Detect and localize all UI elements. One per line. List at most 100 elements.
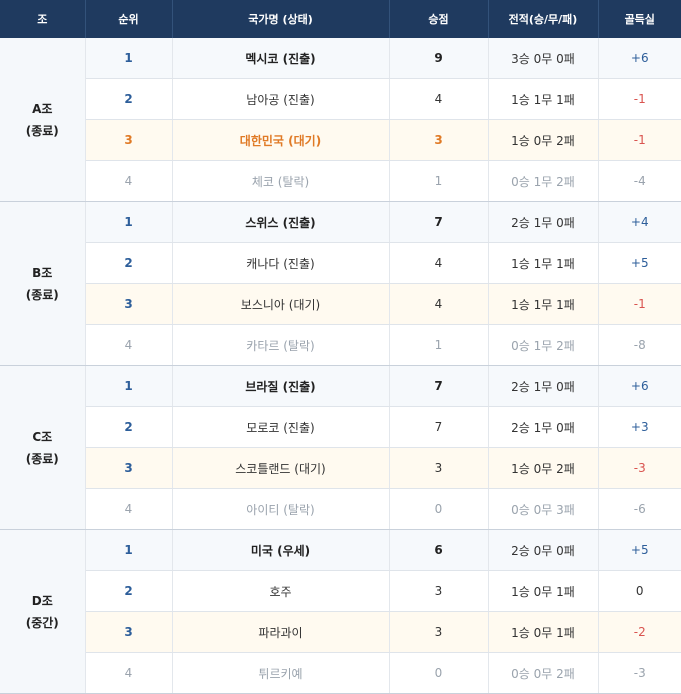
rank-cell: 3 [85, 119, 173, 161]
record-cell: 1승 0무 1패 [488, 570, 599, 612]
group-name: D조 [31, 593, 53, 608]
table-row: 4 체코 (탈락) 1 0승 1무 2패 -4 [0, 160, 681, 202]
points-cell: 4 [389, 242, 489, 284]
rank-cell: 1 [85, 529, 173, 571]
goal-diff-cell: +6 [598, 38, 681, 79]
rank-cell: 1 [85, 365, 173, 407]
table-row: 4 카타르 (탈락) 1 0승 1무 2패 -8 [0, 324, 681, 366]
table-row: 3 보스니아 (대기) 4 1승 1무 1패 -1 [0, 283, 681, 325]
record-cell: 0승 1무 2패 [488, 324, 599, 366]
team-name-cell: 스코틀랜드 (대기) [172, 447, 390, 489]
table-row: 2 모로코 (진출) 7 2승 1무 0패 +3 [0, 406, 681, 448]
record-cell: 1승 1무 1패 [488, 283, 599, 325]
rank-cell: 2 [85, 242, 173, 284]
points-cell: 1 [389, 160, 489, 202]
group-status: (중간) [25, 615, 59, 630]
group-status: (종료) [25, 287, 59, 302]
group-cell: D조 (중간) [0, 529, 86, 694]
goal-diff-cell: +4 [598, 201, 681, 243]
record-cell: 1승 0무 2패 [488, 119, 599, 161]
team-name-cell: 파라과이 [172, 611, 390, 653]
rank-cell: 2 [85, 406, 173, 448]
group-status: (종료) [25, 451, 59, 466]
goal-diff-cell: 0 [598, 570, 681, 612]
points-cell: 4 [389, 283, 489, 325]
group-name: A조 [32, 101, 53, 116]
table-row: 2 캐나다 (진출) 4 1승 1무 1패 +5 [0, 242, 681, 284]
team-name-cell: 브라질 (진출) [172, 365, 390, 407]
header-points: 승점 [389, 0, 489, 38]
rank-cell: 1 [85, 201, 173, 243]
team-name-cell: 튀르키예 [172, 652, 390, 694]
goal-diff-cell: -1 [598, 283, 681, 325]
table-row: 2 남아공 (진출) 4 1승 1무 1패 -1 [0, 78, 681, 120]
team-name-cell: 대한민국 (대기) [172, 119, 390, 161]
goal-diff-cell: -8 [598, 324, 681, 366]
rank-cell: 3 [85, 447, 173, 489]
record-cell: 0승 0무 3패 [488, 488, 599, 530]
goal-diff-cell: -6 [598, 488, 681, 530]
header-group: 조 [0, 0, 86, 38]
goal-diff-cell: -1 [598, 78, 681, 120]
team-name-cell: 보스니아 (대기) [172, 283, 390, 325]
points-cell: 7 [389, 406, 489, 448]
team-name-cell: 스위스 (진출) [172, 201, 390, 243]
team-name-cell: 카타르 (탈락) [172, 324, 390, 366]
rank-cell: 4 [85, 652, 173, 694]
team-name-cell: 남아공 (진출) [172, 78, 390, 120]
group-status: (종료) [25, 123, 59, 138]
points-cell: 0 [389, 652, 489, 694]
rank-cell: 3 [85, 283, 173, 325]
team-name-cell: 캐나다 (진출) [172, 242, 390, 284]
table-row: 4 튀르키예 0 0승 0무 2패 -3 [0, 652, 681, 694]
points-cell: 4 [389, 78, 489, 120]
group-cell: A조 (종료) [0, 38, 86, 202]
goal-diff-cell: +5 [598, 529, 681, 571]
rank-cell: 4 [85, 160, 173, 202]
group-name: C조 [32, 429, 53, 444]
record-cell: 1승 1무 1패 [488, 78, 599, 120]
record-cell: 0승 1무 2패 [488, 160, 599, 202]
record-cell: 1승 0무 2패 [488, 447, 599, 489]
goal-diff-cell: -1 [598, 119, 681, 161]
points-cell: 1 [389, 324, 489, 366]
team-name-cell: 모로코 (진출) [172, 406, 390, 448]
points-cell: 7 [389, 201, 489, 243]
table-row: B조 (종료) 1 스위스 (진출) 7 2승 1무 0패 +4 [0, 201, 681, 366]
goal-diff-cell: -2 [598, 611, 681, 653]
record-cell: 0승 0무 2패 [488, 652, 599, 694]
header-rank: 순위 [85, 0, 173, 38]
record-cell: 2승 0무 0패 [488, 529, 599, 571]
rank-cell: 1 [85, 38, 173, 79]
goal-diff-cell: -4 [598, 160, 681, 202]
header-row: 조 순위 국가명 (상태) 승점 전적(승/무/패) 골득실 [0, 0, 681, 38]
team-name-cell: 체코 (탈락) [172, 160, 390, 202]
group-cell: C조 (종료) [0, 365, 86, 530]
goal-diff-cell: -3 [598, 652, 681, 694]
table-row: A조 (종료) 1 멕시코 (진출) 9 3승 0무 0패 +6 [0, 38, 681, 202]
standings-table: 조 순위 국가명 (상태) 승점 전적(승/무/패) 골득실 A조 (종료) 1 멕시… [0, 0, 681, 694]
points-cell: 9 [389, 38, 489, 79]
record-cell: 2승 1무 0패 [488, 201, 599, 243]
rank-cell: 4 [85, 324, 173, 366]
points-cell: 3 [389, 447, 489, 489]
record-cell: 2승 1무 0패 [488, 406, 599, 448]
goal-diff-cell: +5 [598, 242, 681, 284]
points-cell: 6 [389, 529, 489, 571]
rank-cell: 2 [85, 78, 173, 120]
team-name-cell: 미국 (우세) [172, 529, 390, 571]
record-cell: 3승 0무 0패 [488, 38, 599, 79]
points-cell: 0 [389, 488, 489, 530]
points-cell: 3 [389, 119, 489, 161]
table-row: 2 호주 3 1승 0무 1패 0 [0, 570, 681, 612]
table-row: 3 대한민국 (대기) 3 1승 0무 2패 -1 [0, 119, 681, 161]
header-goal-diff: 골득실 [598, 0, 681, 38]
group-cell: B조 (종료) [0, 201, 86, 366]
header-team: 국가명 (상태) [172, 0, 390, 38]
group-name: B조 [32, 265, 53, 280]
table-row: D조 (중간) 1 미국 (우세) 6 2승 0무 0패 +5 [0, 529, 681, 694]
table-header: 조 순위 국가명 (상태) 승점 전적(승/무/패) 골득실 [0, 0, 681, 38]
table-row: 3 파라과이 3 1승 0무 1패 -2 [0, 611, 681, 653]
goal-diff-cell: -3 [598, 447, 681, 489]
team-name-cell: 멕시코 (진출) [172, 38, 390, 79]
